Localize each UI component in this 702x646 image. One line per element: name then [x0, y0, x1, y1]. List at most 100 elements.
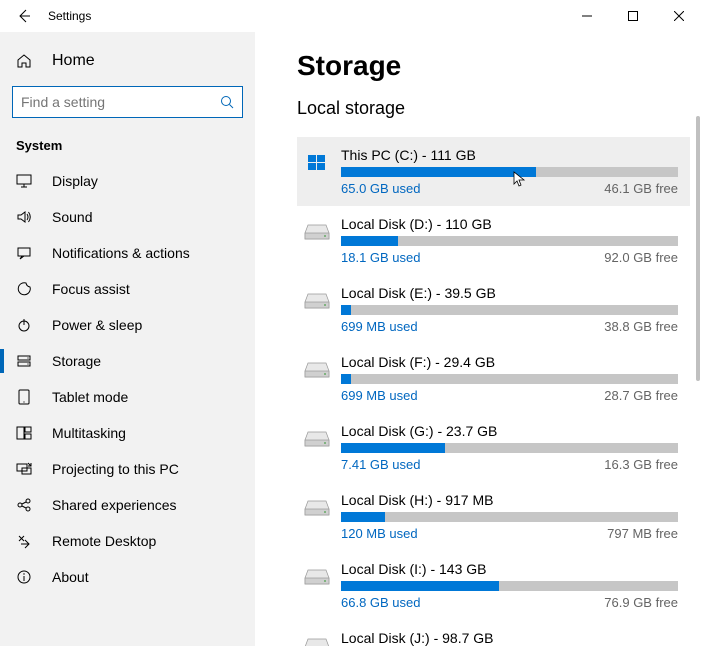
nav-item-tablet[interactable]: Tablet mode	[0, 379, 255, 415]
disk-name: Local Disk (E:) - 39.5 GB	[341, 285, 678, 301]
shared-icon	[16, 497, 36, 513]
nav-item-label: Display	[52, 173, 98, 189]
disk-item[interactable]: Local Disk (E:) - 39.5 GB699 MB used38.8…	[297, 275, 690, 344]
titlebar: Settings	[0, 0, 702, 32]
maximize-button[interactable]	[610, 0, 656, 32]
disk-name: Local Disk (H:) - 917 MB	[341, 492, 678, 508]
home-icon	[16, 53, 36, 69]
sidebar: Home System Display Sound Notifications & …	[0, 32, 255, 646]
search-box[interactable]	[12, 86, 243, 118]
disk-free-text: 16.3 GB free	[604, 457, 678, 472]
drive-icon	[303, 287, 331, 315]
disk-free-text: 38.8 GB free	[604, 319, 678, 334]
nav-item-label: Sound	[52, 209, 92, 225]
disk-used-text: 120 MB used	[341, 526, 418, 541]
minimize-icon	[582, 11, 592, 21]
disk-item[interactable]: Local Disk (D:) - 110 GB18.1 GB used92.0…	[297, 206, 690, 275]
display-icon	[16, 173, 36, 189]
notifications-icon	[16, 245, 36, 261]
disk-usage-bar	[341, 374, 678, 384]
nav-item-label: About	[52, 569, 89, 585]
power-icon	[16, 317, 36, 333]
disk-used-text: 66.8 GB used	[341, 595, 421, 610]
nav-list: Display Sound Notifications & actions Focus…	[0, 163, 255, 646]
home-nav[interactable]: Home	[0, 44, 255, 78]
category-label: System	[0, 132, 255, 163]
nav-item-label: Focus assist	[52, 281, 130, 297]
nav-item-about[interactable]: About	[0, 559, 255, 595]
nav-item-label: Multitasking	[52, 425, 126, 441]
disk-bar-fill	[341, 581, 499, 591]
disk-free-text: 92.0 GB free	[604, 250, 678, 265]
close-icon	[674, 11, 684, 21]
page-title: Storage	[297, 50, 690, 82]
disk-bar-fill	[341, 512, 385, 522]
focus-icon	[16, 281, 36, 297]
nav-item-shared[interactable]: Shared experiences	[0, 487, 255, 523]
disk-used-text: 18.1 GB used	[341, 250, 421, 265]
windows-drive-icon	[303, 149, 331, 177]
back-button[interactable]	[8, 0, 40, 32]
disk-stats: 66.8 GB used 76.9 GB free	[341, 595, 678, 610]
disk-item[interactable]: Local Disk (I:) - 143 GB 66.8 GB used 76.9…	[297, 551, 690, 620]
nav-item-storage[interactable]: Storage	[0, 343, 255, 379]
nav-item-sound[interactable]: Sound	[0, 199, 255, 235]
close-button[interactable]	[656, 0, 702, 32]
disk-item[interactable]: Local Disk (H:) - 917 MB 120 MB used 797 M…	[297, 482, 690, 551]
disk-details: This PC (C:) - 111 GB65.0 GB used46.1 GB…	[341, 147, 678, 196]
home-label: Home	[52, 52, 95, 70]
nav-item-notifications[interactable]: Notifications & actions	[0, 235, 255, 271]
storage-icon	[16, 353, 36, 369]
nav-item-label: Projecting to this PC	[52, 461, 179, 477]
nav-item-label: Remote Desktop	[52, 533, 156, 549]
disk-usage-bar	[341, 305, 678, 315]
disk-free-text: 46.1 GB free	[604, 181, 678, 196]
disk-bar-fill	[341, 236, 398, 246]
maximize-icon	[628, 11, 638, 21]
content-pane: Storage Local storage This PC (C:) - 111…	[255, 32, 702, 646]
disk-name: Local Disk (I:) - 143 GB	[341, 561, 678, 577]
window-controls	[564, 0, 702, 32]
disk-details: Local Disk (J:) - 98.7 GB44.7 GB used53.…	[341, 630, 678, 646]
nav-item-power[interactable]: Power & sleep	[0, 307, 255, 343]
nav-item-multitask[interactable]: Multitasking	[0, 415, 255, 451]
minimize-button[interactable]	[564, 0, 610, 32]
disk-details: Local Disk (D:) - 110 GB18.1 GB used92.0…	[341, 216, 678, 265]
search-icon	[220, 95, 234, 109]
section-title: Local storage	[297, 98, 690, 119]
disk-usage-bar	[341, 443, 678, 453]
nav-item-remote[interactable]: Remote Desktop	[0, 523, 255, 559]
disk-free-text: 76.9 GB free	[604, 595, 678, 610]
disk-usage-bar	[341, 236, 678, 246]
disk-stats: 18.1 GB used 92.0 GB free	[341, 250, 678, 265]
multitask-icon	[16, 425, 36, 441]
disk-details: Local Disk (G:) - 23.7 GB7.41 GB used16.…	[341, 423, 678, 472]
drive-icon	[303, 632, 331, 646]
disk-list: This PC (C:) - 111 GB65.0 GB used46.1 GB…	[297, 137, 690, 646]
nav-item-project[interactable]: Projecting to this PC	[0, 451, 255, 487]
disk-bar-fill	[341, 167, 536, 177]
app-title: Settings	[48, 9, 91, 23]
search-input[interactable]	[21, 94, 220, 110]
nav-item-label: Shared experiences	[52, 497, 177, 513]
disk-item[interactable]: Local Disk (G:) - 23.7 GB7.41 GB used16.…	[297, 413, 690, 482]
disk-name: Local Disk (F:) - 29.4 GB	[341, 354, 678, 370]
nav-item-focus[interactable]: Focus assist	[0, 271, 255, 307]
disk-stats: 65.0 GB used46.1 GB free	[341, 181, 678, 196]
scrollbar-thumb[interactable]	[696, 116, 700, 381]
project-icon	[16, 461, 36, 477]
disk-item[interactable]: This PC (C:) - 111 GB65.0 GB used46.1 GB…	[297, 137, 690, 206]
disk-stats: 7.41 GB used16.3 GB free	[341, 457, 678, 472]
disk-free-text: 28.7 GB free	[604, 388, 678, 403]
disk-bar-fill	[341, 374, 351, 384]
disk-free-text: 797 MB free	[607, 526, 678, 541]
disk-usage-bar	[341, 581, 678, 591]
disk-item[interactable]: Local Disk (F:) - 29.4 GB699 MB used28.7…	[297, 344, 690, 413]
drive-icon	[303, 563, 331, 591]
disk-item[interactable]: Local Disk (J:) - 98.7 GB44.7 GB used53.…	[297, 620, 690, 646]
disk-bar-fill	[341, 305, 351, 315]
disk-details: Local Disk (I:) - 143 GB 66.8 GB used 76.9…	[341, 561, 678, 610]
nav-item-display[interactable]: Display	[0, 163, 255, 199]
nav-item-label: Power & sleep	[52, 317, 142, 333]
sound-icon	[16, 209, 36, 225]
